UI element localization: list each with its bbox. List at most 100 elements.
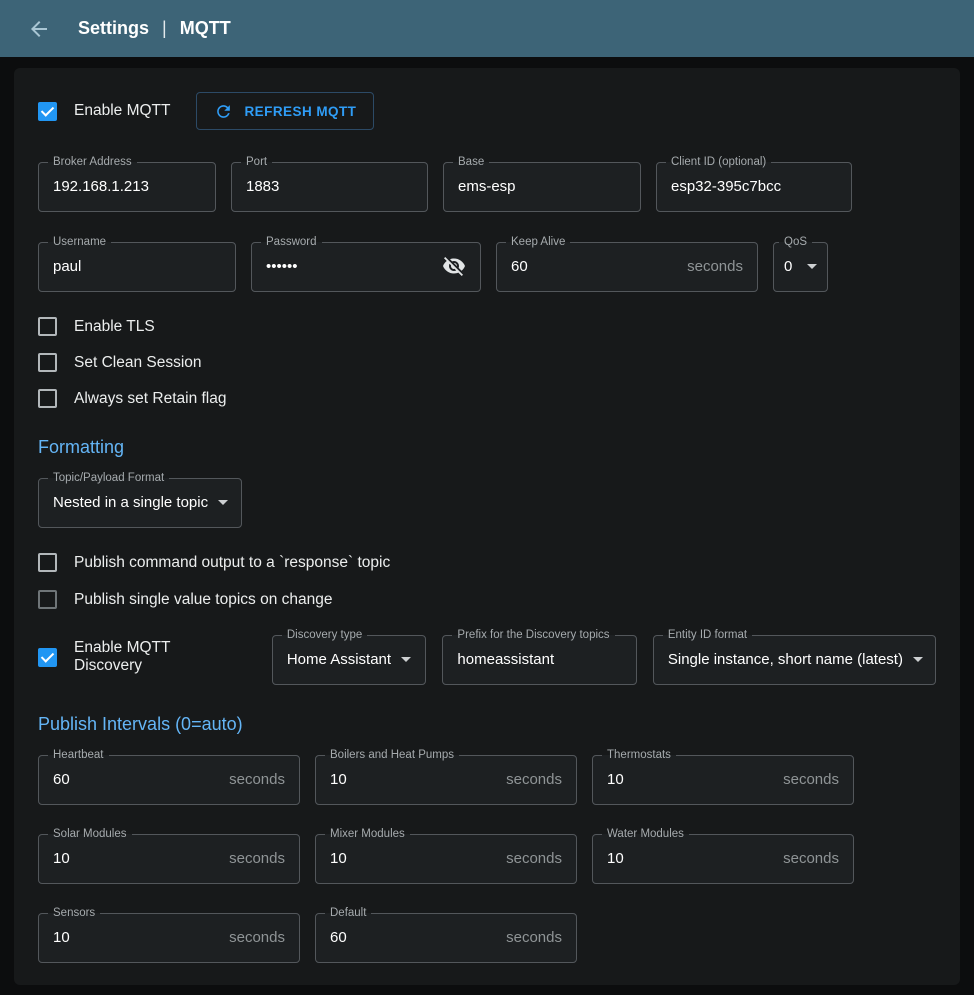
interval-heartbeat-field[interactable]: Heartbeat seconds (38, 749, 300, 805)
publish-response-label: Publish command output to a `response` t… (74, 554, 390, 572)
enable-tls-checkbox[interactable] (38, 317, 57, 336)
interval-mixer-input[interactable] (330, 850, 498, 867)
chevron-down-icon (913, 657, 923, 662)
topic-format-label: Topic/Payload Format (48, 472, 169, 485)
publish-single-checkbox[interactable] (38, 590, 57, 609)
seconds-suffix: seconds (229, 929, 285, 946)
interval-heartbeat-input[interactable] (53, 771, 221, 788)
interval-thermostats-input[interactable] (607, 771, 775, 788)
breadcrumb: Settings | MQTT (78, 18, 231, 39)
interval-sensors-input[interactable] (53, 929, 221, 946)
clean-session-checkbox-row[interactable]: Set Clean Session (38, 353, 936, 372)
interval-solar-label: Solar Modules (48, 828, 132, 841)
topic-format-select[interactable]: Topic/Payload Format Nested in a single … (38, 472, 242, 528)
interval-water-label: Water Modules (602, 828, 689, 841)
publish-single-checkbox-row[interactable]: Publish single value topics on change (38, 590, 936, 609)
publish-response-checkbox-row[interactable]: Publish command output to a `response` t… (38, 553, 936, 572)
refresh-icon (214, 102, 233, 121)
refresh-mqtt-button[interactable]: REFRESH MQTT (196, 92, 374, 130)
interval-thermostats-label: Thermostats (602, 749, 676, 762)
entity-id-format-label: Entity ID format (663, 629, 752, 642)
retain-flag-checkbox[interactable] (38, 389, 57, 408)
qos-label: QoS (779, 236, 812, 249)
back-button[interactable] (27, 17, 51, 41)
client-id-field[interactable]: Client ID (optional) (656, 156, 852, 212)
connection-fields-row-2: Username Password Keep Alive seconds QoS… (38, 236, 936, 292)
interval-mixer-field[interactable]: Mixer Modules seconds (315, 828, 577, 884)
qos-select[interactable]: QoS 0 (773, 236, 828, 292)
header-divider: | (162, 18, 167, 39)
page-title: MQTT (180, 18, 231, 39)
keep-alive-label: Keep Alive (506, 236, 570, 249)
discovery-prefix-input[interactable] (457, 651, 621, 668)
qos-value: 0 (784, 258, 792, 275)
chevron-down-icon (807, 264, 817, 269)
app-header: Settings | MQTT (0, 0, 974, 57)
chevron-down-icon (218, 500, 228, 505)
interval-sensors-label: Sensors (48, 907, 100, 920)
interval-boilers-input[interactable] (330, 771, 498, 788)
discovery-prefix-field[interactable]: Prefix for the Discovery topics (442, 629, 636, 685)
interval-default-label: Default (325, 907, 371, 920)
keep-alive-input[interactable] (511, 258, 679, 275)
base-input[interactable] (458, 178, 626, 195)
broker-address-field[interactable]: Broker Address (38, 156, 216, 212)
refresh-mqtt-button-label: REFRESH MQTT (244, 104, 356, 119)
discovery-type-value: Home Assistant (287, 651, 391, 668)
seconds-suffix: seconds (506, 929, 562, 946)
port-field[interactable]: Port (231, 156, 428, 212)
enable-discovery-checkbox-row[interactable]: Enable MQTT Discovery (38, 639, 242, 675)
base-label: Base (453, 156, 489, 169)
interval-default-input[interactable] (330, 929, 498, 946)
interval-water-input[interactable] (607, 850, 775, 867)
port-input[interactable] (246, 178, 413, 195)
interval-boilers-field[interactable]: Boilers and Heat Pumps seconds (315, 749, 577, 805)
discovery-prefix-label: Prefix for the Discovery topics (452, 629, 614, 642)
client-id-input[interactable] (671, 178, 837, 195)
password-label: Password (261, 236, 322, 249)
base-field[interactable]: Base (443, 156, 641, 212)
broker-address-input[interactable] (53, 178, 201, 195)
keep-alive-field[interactable]: Keep Alive seconds (496, 236, 758, 292)
enable-mqtt-checkbox[interactable] (38, 102, 57, 121)
connection-fields-row-1: Broker Address Port Base Client ID (opti… (38, 156, 936, 212)
visibility-off-icon[interactable] (442, 254, 466, 278)
clean-session-checkbox[interactable] (38, 353, 57, 372)
client-id-label: Client ID (optional) (666, 156, 771, 169)
seconds-suffix: seconds (506, 850, 562, 867)
intervals-grid: Heartbeat seconds Boilers and Heat Pumps… (38, 749, 936, 963)
enable-tls-checkbox-row[interactable]: Enable TLS (38, 317, 936, 336)
interval-heartbeat-label: Heartbeat (48, 749, 109, 762)
username-input[interactable] (53, 258, 221, 275)
topic-format-value: Nested in a single topic (53, 494, 208, 511)
clean-session-label: Set Clean Session (74, 354, 202, 372)
seconds-suffix: seconds (687, 258, 743, 275)
interval-default-field[interactable]: Default seconds (315, 907, 577, 963)
interval-sensors-field[interactable]: Sensors seconds (38, 907, 300, 963)
enable-discovery-checkbox[interactable] (38, 648, 57, 667)
interval-thermostats-field[interactable]: Thermostats seconds (592, 749, 854, 805)
password-input[interactable] (266, 258, 434, 275)
entity-id-format-select[interactable]: Entity ID format Single instance, short … (653, 629, 936, 685)
password-field[interactable]: Password (251, 236, 481, 292)
seconds-suffix: seconds (783, 771, 839, 788)
arrow-back-icon (27, 17, 51, 41)
username-field[interactable]: Username (38, 236, 236, 292)
interval-solar-input[interactable] (53, 850, 221, 867)
publish-response-checkbox[interactable] (38, 553, 57, 572)
interval-solar-field[interactable]: Solar Modules seconds (38, 828, 300, 884)
publish-single-label: Publish single value topics on change (74, 591, 333, 609)
discovery-type-label: Discovery type (282, 629, 367, 642)
retain-flag-label: Always set Retain flag (74, 390, 227, 408)
seconds-suffix: seconds (229, 850, 285, 867)
retain-flag-checkbox-row[interactable]: Always set Retain flag (38, 389, 936, 408)
publish-options-group: Publish command output to a `response` t… (38, 553, 936, 609)
enable-mqtt-label: Enable MQTT (74, 102, 170, 120)
entity-id-format-value: Single instance, short name (latest) (668, 651, 903, 668)
mqtt-settings-card: Enable MQTT REFRESH MQTT Broker Address … (14, 68, 960, 985)
security-options-group: Enable TLS Set Clean Session Always set … (38, 317, 936, 408)
discovery-type-select[interactable]: Discovery type Home Assistant (272, 629, 427, 685)
interval-boilers-label: Boilers and Heat Pumps (325, 749, 459, 762)
enable-mqtt-checkbox-row[interactable]: Enable MQTT (38, 102, 170, 121)
interval-water-field[interactable]: Water Modules seconds (592, 828, 854, 884)
